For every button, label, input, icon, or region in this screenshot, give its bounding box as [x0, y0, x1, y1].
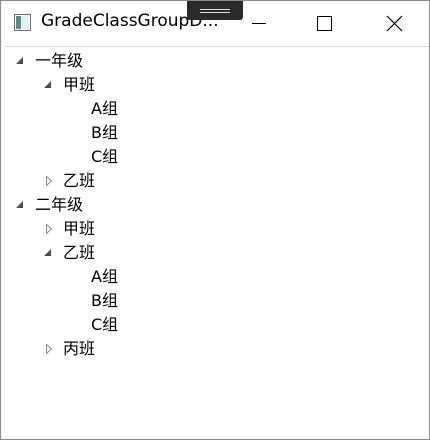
tree-node-label: 甲班	[63, 75, 96, 94]
snap-drag-handle[interactable]	[187, 1, 243, 20]
tree-node-label: A组	[91, 267, 118, 286]
collapsed-icon[interactable]	[45, 217, 57, 241]
title-bar[interactable]: GradeClassGroupD...	[1, 1, 429, 45]
collapsed-icon[interactable]	[45, 169, 57, 193]
tree-node-label: 一年级	[35, 51, 84, 70]
tree-view[interactable]: 一年级 甲班 A组 B组 C组 乙班 二年级 甲班 乙班 A组 B组 C组 丙班	[5, 46, 429, 438]
collapsed-icon[interactable]	[45, 337, 57, 361]
tree-node-label: 二年级	[35, 195, 84, 214]
maximize-button[interactable]	[301, 1, 347, 45]
expanded-icon[interactable]	[43, 73, 55, 97]
close-icon	[386, 15, 403, 32]
expanded-icon[interactable]	[43, 241, 55, 265]
tree-node-label: C组	[91, 315, 119, 334]
close-button[interactable]	[371, 1, 417, 45]
tree-node-label: A组	[91, 99, 118, 118]
expanded-icon[interactable]	[15, 49, 27, 73]
minimize-icon	[252, 23, 266, 24]
tree-node-label: B组	[91, 291, 118, 310]
expanded-icon[interactable]	[15, 193, 27, 217]
tree-node-label: 丙班	[63, 339, 96, 358]
tree-node-label: C组	[91, 147, 119, 166]
tree-node-label: B组	[91, 123, 118, 142]
maximize-icon	[317, 16, 332, 31]
app-icon	[14, 14, 31, 31]
tree-node-label: 乙班	[63, 243, 96, 262]
tree-node-label: 甲班	[63, 219, 96, 238]
tree-node-label: 乙班	[63, 171, 96, 190]
app-window: GradeClassGroupD... 一年级 甲班 A组 B组 C组 乙班 二…	[0, 0, 430, 440]
